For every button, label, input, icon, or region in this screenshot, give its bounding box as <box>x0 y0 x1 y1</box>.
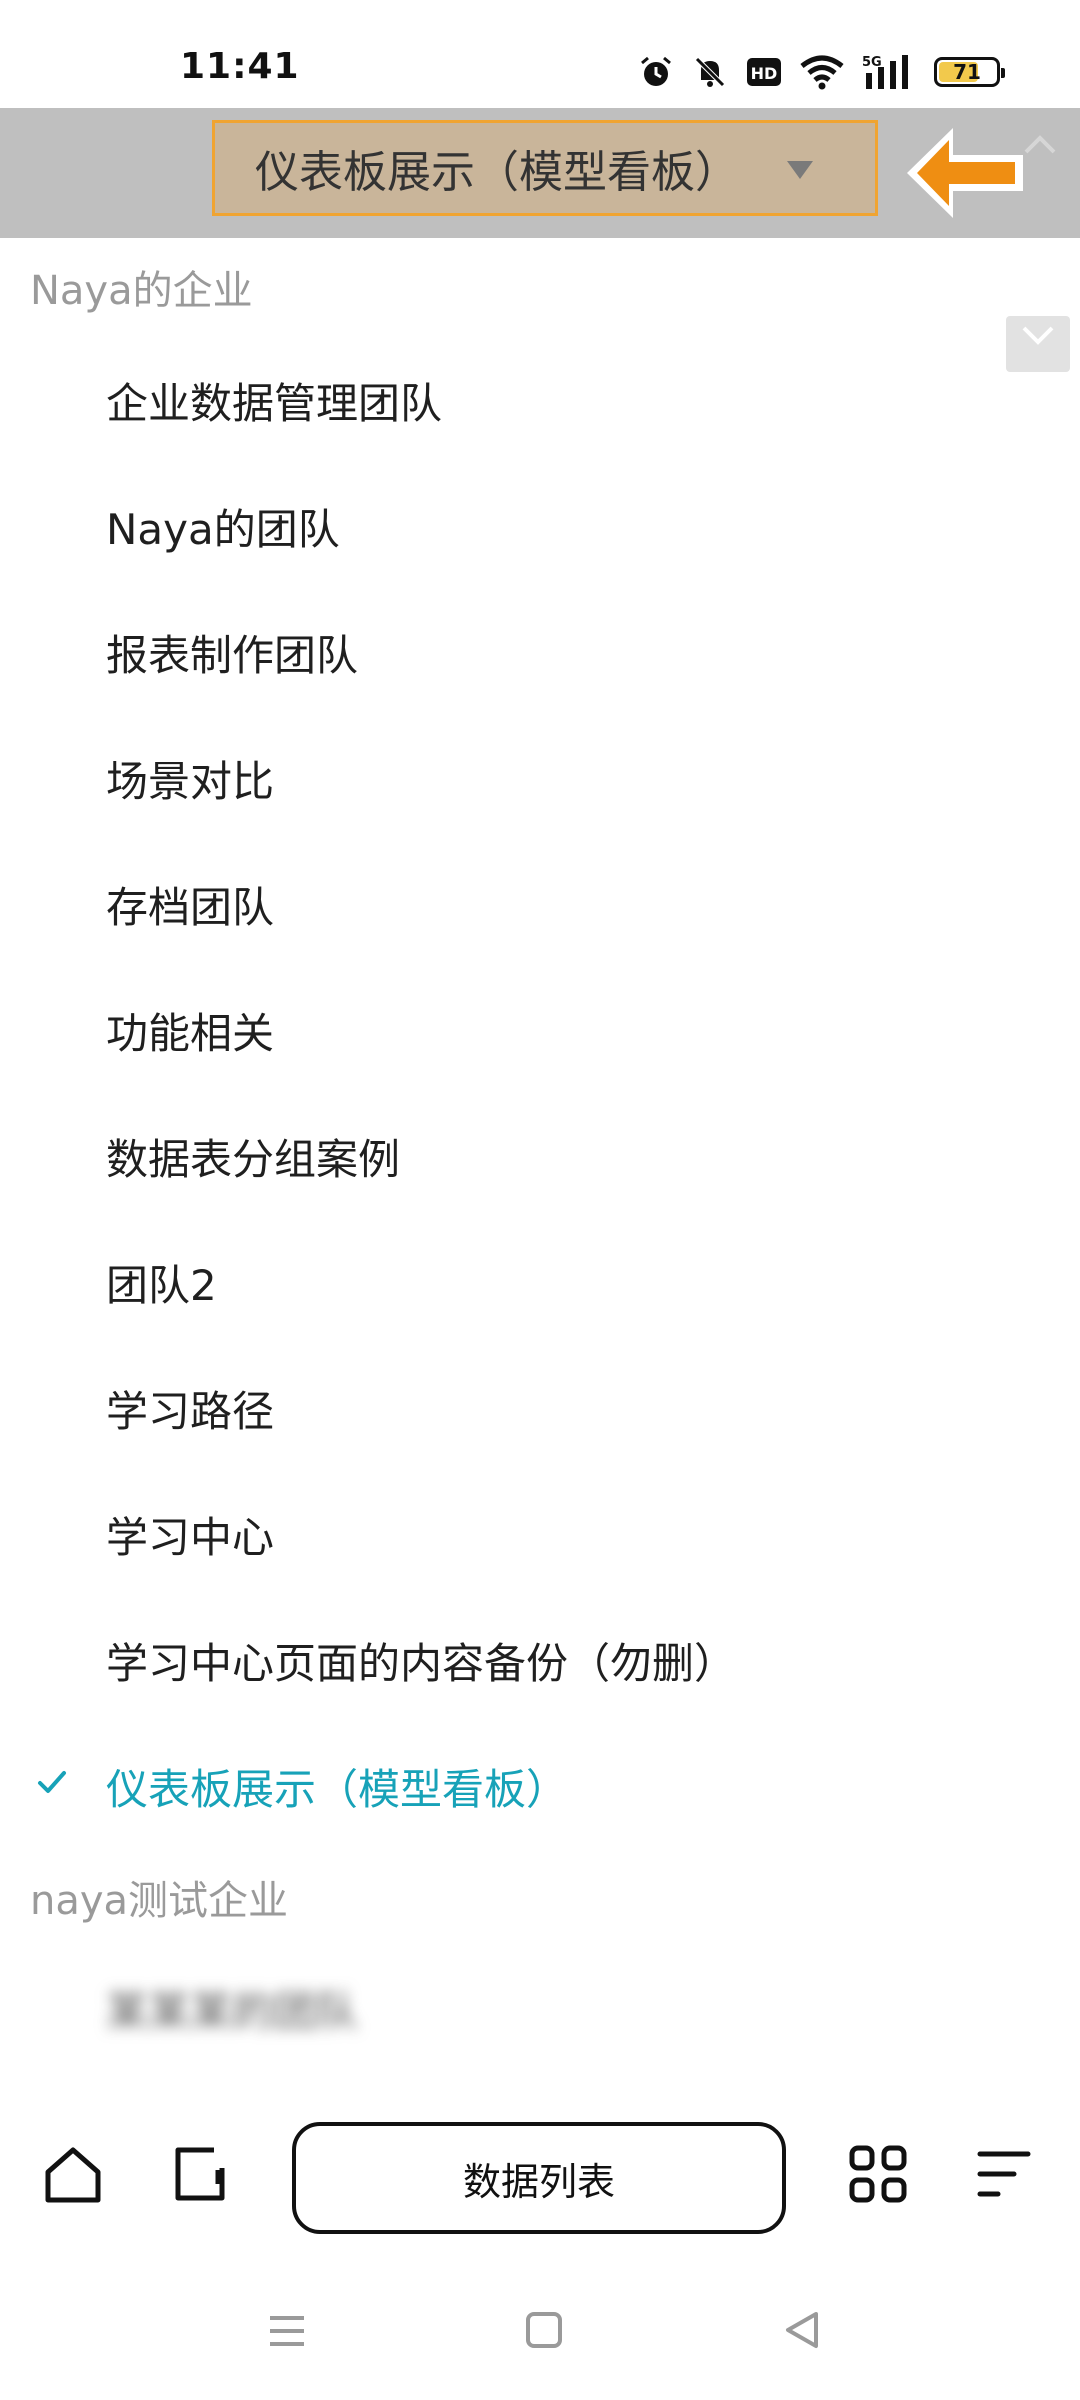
team-item[interactable]: 功能相关 <box>106 1000 274 1061</box>
home-icon[interactable] <box>42 2144 104 2206</box>
page-icon[interactable] <box>168 2142 232 2206</box>
team-item[interactable]: 学习中心页面的内容备份（勿删） <box>106 1630 736 1691</box>
org-heading: naya测试企业 <box>30 1878 289 1924</box>
battery-percent: 71 <box>953 60 981 84</box>
org-heading: Naya的企业 <box>30 268 253 314</box>
team-item[interactable]: Naya的团队 <box>106 496 340 557</box>
battery-icon: 71 <box>934 57 1005 87</box>
bottom-toolbar: 数据列表 <box>0 2090 1080 2270</box>
header-bar: 仪表板展示（模型看板） <box>0 108 1080 372</box>
status-bar: 11:41 HD 5G 71 <box>0 0 1080 108</box>
team-item[interactable]: 数据表分组案例 <box>106 1126 400 1187</box>
team-item[interactable]: 场景对比 <box>106 748 274 809</box>
status-time: 11:41 <box>180 46 300 87</box>
team-item[interactable]: 存档团队 <box>106 874 274 935</box>
scroll-up-icon[interactable] <box>1020 126 1060 166</box>
team-item-selected[interactable]: 仪表板展示（模型看板） <box>106 1756 568 1817</box>
data-list-button[interactable]: 数据列表 <box>292 2122 786 2234</box>
team-item[interactable]: 学习路径 <box>106 1378 274 1439</box>
status-icons: HD 5G 71 <box>638 50 1005 94</box>
home-square-icon[interactable] <box>524 2310 564 2350</box>
team-item[interactable]: 团队2 <box>106 1252 217 1313</box>
team-item-blurred[interactable]: 某某某的团队 <box>106 1978 358 2039</box>
grid-icon[interactable] <box>846 2142 910 2206</box>
menu-icon[interactable] <box>974 2144 1034 2204</box>
hd-badge-text: HD <box>751 64 778 83</box>
wifi-icon <box>800 55 844 90</box>
team-item[interactable]: 报表制作团队 <box>106 622 358 683</box>
recent-apps-icon[interactable] <box>266 2310 308 2352</box>
back-triangle-icon[interactable] <box>780 2308 824 2352</box>
scroll-down-icon[interactable] <box>1006 316 1070 372</box>
back-arrow-icon[interactable] <box>895 118 1035 228</box>
hd-icon: HD <box>747 58 781 86</box>
alarm-icon <box>641 56 671 86</box>
team-item[interactable]: 学习中心 <box>106 1504 274 1565</box>
system-nav-bar <box>0 2270 1080 2400</box>
team-selector-dropdown[interactable]: 仪表板展示（模型看板） <box>212 120 878 216</box>
checkmark-icon <box>38 1771 66 1793</box>
mute-icon <box>695 57 725 87</box>
team-selector-label: 仪表板展示（模型看板） <box>255 147 739 198</box>
signal-icon: 5G <box>862 55 908 89</box>
team-item[interactable]: 企业数据管理团队 <box>106 370 442 431</box>
dropdown-caret-icon <box>787 161 813 179</box>
